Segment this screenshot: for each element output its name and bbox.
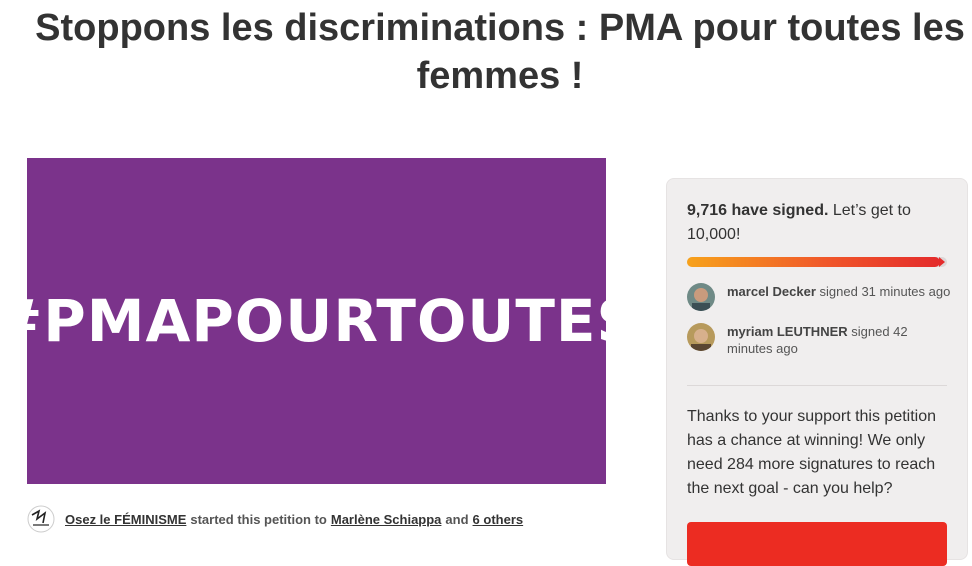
signature-count: 9,716 have signed. Let’s get to 10,000! xyxy=(687,199,952,247)
hero-hashtag: #PMAPOURTOUTES xyxy=(0,287,640,355)
signer-avatar xyxy=(687,283,715,311)
petition-starter-line: Osez le FÉMINISME started this petition … xyxy=(27,505,523,533)
starter-org-link[interactable]: Osez le FÉMINISME xyxy=(65,512,186,527)
signer-text: marcel Decker signed 31 minutes ago xyxy=(727,283,950,300)
starter-and-text: and xyxy=(445,511,469,527)
signer-text: myriam LEUTHNER signed 42 minutes ago xyxy=(727,323,952,357)
other-decision-makers-link[interactable]: 6 others xyxy=(473,512,524,527)
sign-petition-button[interactable] xyxy=(687,522,947,566)
support-message: Thanks to your support this petition has… xyxy=(687,408,937,497)
signature-count-bold: 9,716 have signed. xyxy=(687,202,829,219)
signer-name: myriam LEUTHNER xyxy=(727,324,848,339)
petition-title: Stoppons les discriminations : PMA pour … xyxy=(35,7,965,97)
signature-panel: 9,716 have signed. Let’s get to 10,000! … xyxy=(666,178,968,566)
signer-time: signed 31 minutes ago xyxy=(819,284,951,299)
recent-signer: myriam LEUTHNER signed 42 minutes ago xyxy=(687,323,952,357)
signer-avatar xyxy=(687,323,715,351)
signature-progress-fill xyxy=(687,257,945,267)
petition-hero-image: #PMAPOURTOUTES xyxy=(0,158,638,484)
starter-mid-text: started this petition to xyxy=(190,511,327,527)
decision-maker-link[interactable]: Marlène Schiappa xyxy=(331,512,442,527)
signer-name: marcel Decker xyxy=(727,284,816,299)
osez-le-feminisme-logo-icon xyxy=(27,505,55,533)
panel-divider xyxy=(687,385,947,386)
recent-signer: marcel Decker signed 31 minutes ago xyxy=(687,283,952,311)
signature-progress-bar xyxy=(687,257,947,267)
